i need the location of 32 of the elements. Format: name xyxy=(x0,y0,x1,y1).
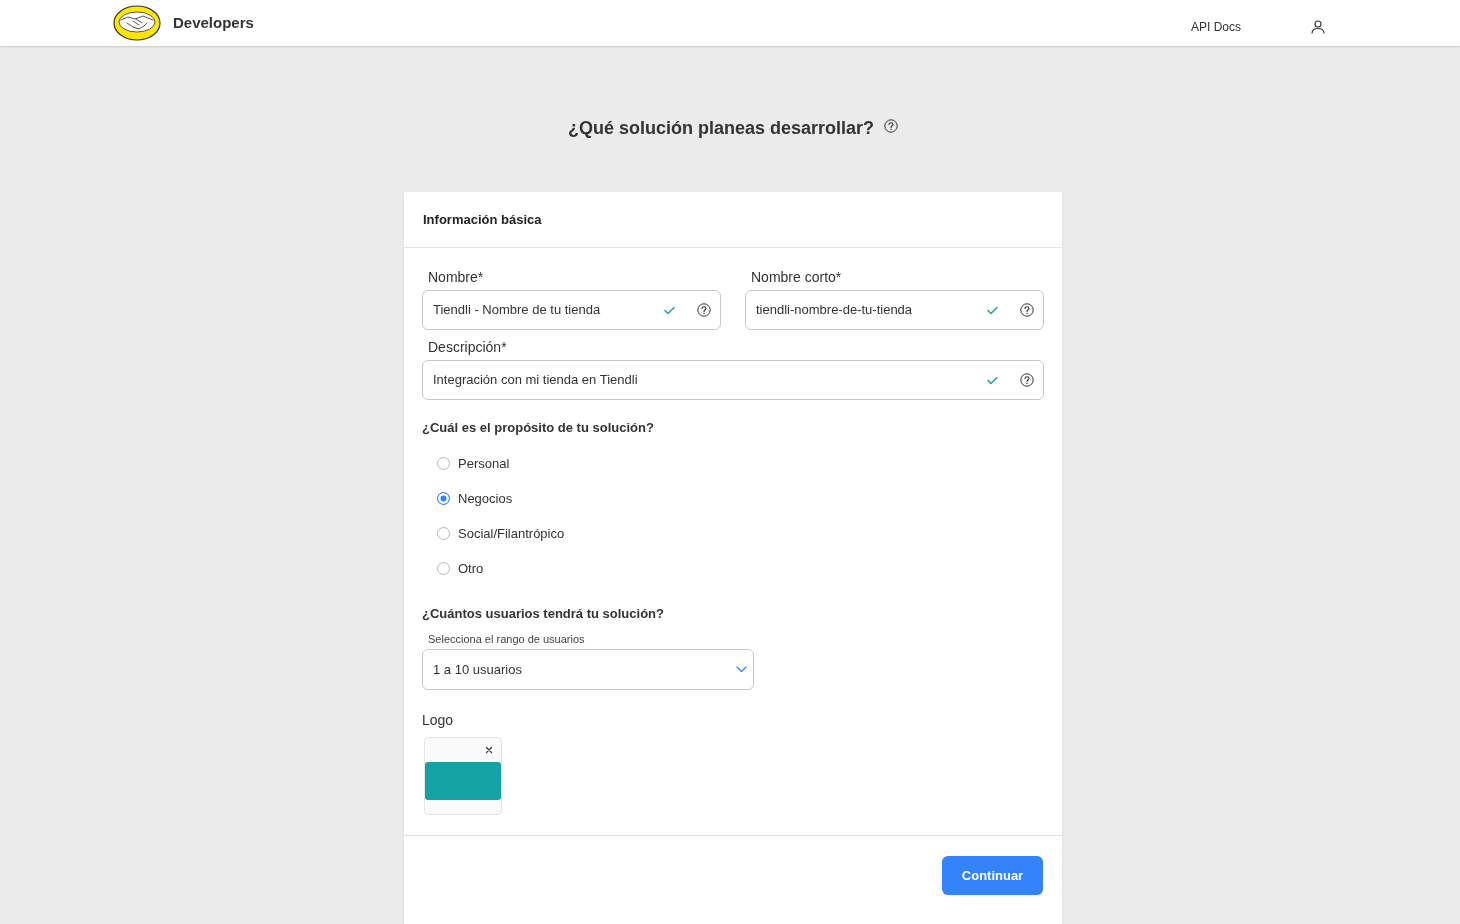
field-label: Nombre* xyxy=(428,268,484,286)
logo-label: Logo xyxy=(422,712,454,728)
radio-label: Personal xyxy=(458,454,510,473)
radio-label: Negocios xyxy=(458,489,513,508)
chevron-down-icon xyxy=(736,666,747,673)
radio-label: Social/Filantrópico xyxy=(458,524,565,543)
radio-button[interactable] xyxy=(437,457,450,470)
handshake-logo-icon[interactable] xyxy=(113,5,161,41)
question-text: ¿Cuál es el propósito de tu solución? xyxy=(422,420,655,436)
field-label: Descripción* xyxy=(428,338,507,356)
text-input-field[interactable]: Integración con mi tienda en Tiendli xyxy=(422,360,1044,400)
question-text: ¿Cuántos usuarios tendrá tu solución? xyxy=(422,606,665,622)
text-input-field[interactable]: Tiendli - Nombre de tu tienda xyxy=(422,290,721,330)
help-icon[interactable] xyxy=(1020,303,1034,317)
text-input-field[interactable]: tiendli-nombre-de-tu-tienda xyxy=(745,290,1044,330)
section-title: Información básica xyxy=(423,210,542,229)
page-title: ¿Qué solución planeas desarrollar? xyxy=(567,117,875,140)
field-label: Nombre corto* xyxy=(751,268,842,286)
radio-label: Otro xyxy=(458,559,484,578)
users-dropdown[interactable]: 1 a 10 usuarios xyxy=(422,649,754,690)
help-icon[interactable] xyxy=(697,303,711,317)
radio-button[interactable] xyxy=(437,527,450,540)
api-docs-link[interactable]: API Docs xyxy=(1191,18,1241,36)
help-icon[interactable] xyxy=(1020,373,1034,387)
brand-name: Developers xyxy=(173,12,254,33)
radio-button[interactable] xyxy=(437,562,450,575)
continue-button[interactable]: Continuar xyxy=(942,856,1043,895)
radio-button[interactable] xyxy=(437,492,450,505)
user-icon[interactable] xyxy=(1311,20,1325,34)
select-label: Selecciona el rango de usuarios xyxy=(428,632,585,646)
close-icon[interactable] xyxy=(483,744,495,756)
help-icon[interactable] xyxy=(884,119,899,133)
